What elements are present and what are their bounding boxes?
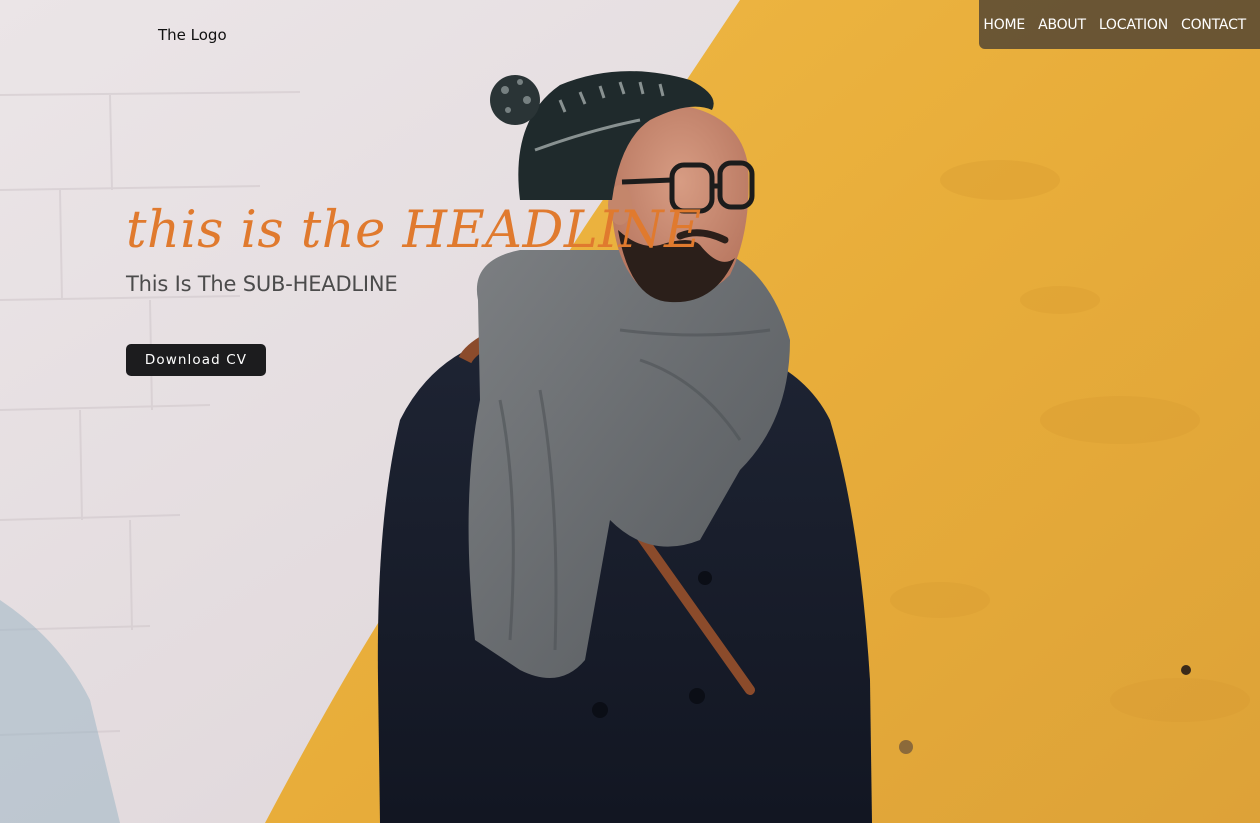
hero-headline: this is the HEADLINE — [126, 201, 702, 260]
nav-about[interactable]: ABOUT — [1038, 17, 1086, 33]
logo[interactable]: The Logo — [158, 26, 227, 44]
main-nav: HOME ABOUT LOCATION CONTACT — [979, 0, 1260, 49]
hero-background-image — [0, 0, 1260, 823]
nav-location[interactable]: LOCATION — [1099, 17, 1168, 33]
hero-subheadline: This Is The SUB-HEADLINE — [126, 272, 398, 296]
nav-contact[interactable]: CONTACT — [1181, 17, 1246, 33]
hero-section: The Logo HOME ABOUT LOCATION CONTACT thi… — [0, 0, 1260, 823]
nav-home[interactable]: HOME — [983, 17, 1025, 33]
download-cv-button[interactable]: Download CV — [126, 344, 266, 376]
